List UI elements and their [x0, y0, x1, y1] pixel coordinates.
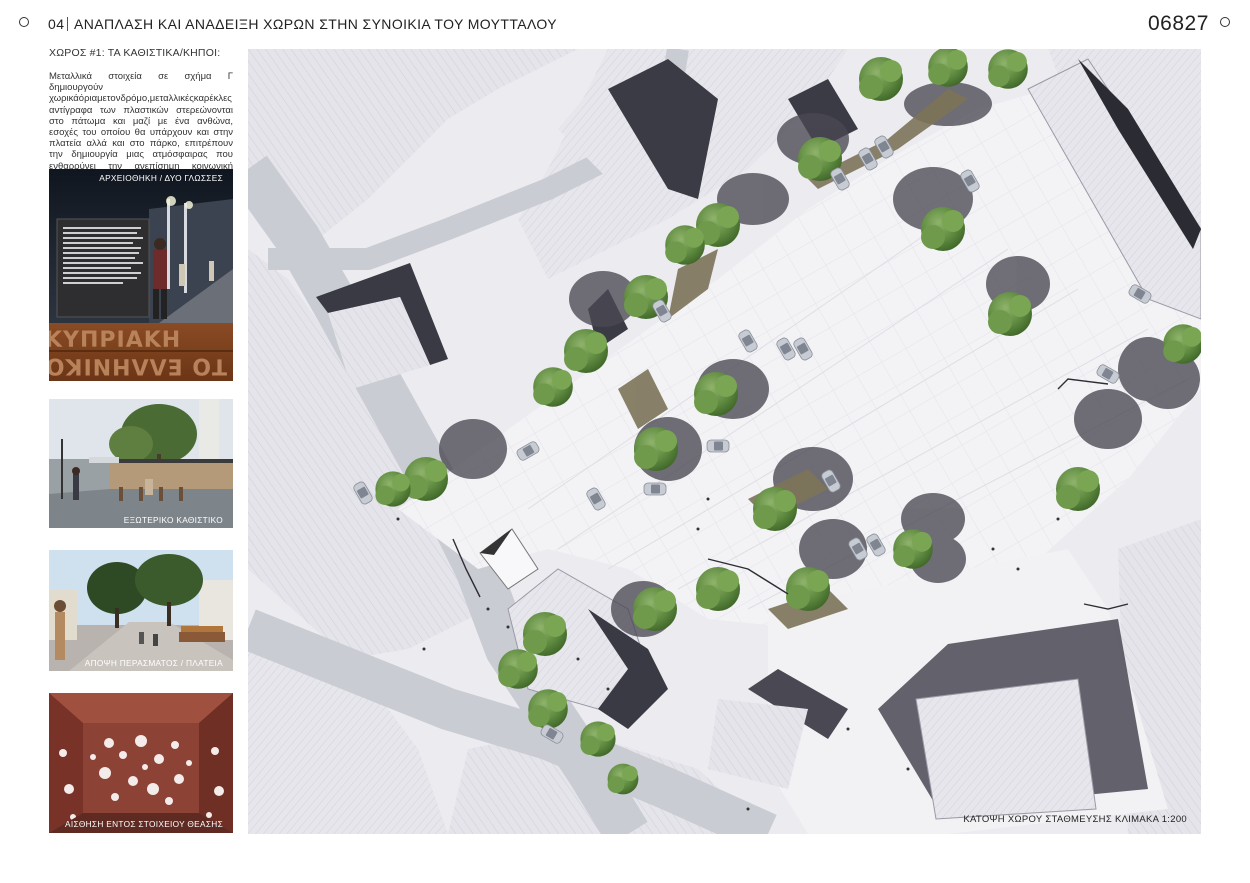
archive-photo: ΚΥΠΡΙΑΚΗ ΤΟ ΕΛΛΗΝΙΚΟ ΑΡΧΕΙΟΘΗΚΗ / ΔΥΟ ΓΛ…: [49, 169, 233, 381]
space-heading: ΧΩΡΟΣ #1: ΤΑ ΚΑΘΙΣΤΙΚΑ/ΚΗΠΟΙ:: [49, 47, 221, 59]
page-title: ΑΝΑΠΛΑΣΗ ΚΑΙ ΑΝΑΔΕΙΞΗ ΧΩΡΩΝ ΣΤΗΝ ΣΥΝΟΙΚΙ…: [74, 16, 558, 32]
archive-caption: ΑΡΧΕΙΟΘΗΚΗ / ΔΥΟ ΓΛΩΣΣΕΣ: [99, 173, 223, 183]
space-description: Μεταλλικά στοιχεία σε σχήμα Γ δημιουργού…: [49, 71, 233, 183]
exterior-seating-caption: ΕΞΩΤΕΡΙΚΟ ΚΑΘΙΣΤΙΚΟ: [123, 515, 223, 525]
passage-view-caption: ΑΠΟΨΗ ΠΕΡΑΣΜΑΤΟΣ / ΠΛΑΤΕΙΑ: [84, 658, 223, 668]
header-right-circle-icon: [1220, 17, 1230, 27]
site-plan: ΚΑΤΟΨΗ ΧΩΡΟΥ ΣΤΑΘΜΕΥΣΗΣ ΚΛΙΜΑΚΑ 1:200: [248, 49, 1201, 834]
header-left-circle-icon: [19, 17, 29, 27]
plan-caption: ΚΑΤΟΨΗ ΧΩΡΟΥ ΣΤΑΘΜΕΥΣΗΣ ΚΛΙΜΑΚΑ 1:200: [963, 814, 1187, 825]
viewing-element-caption: ΑΙΣΘΗΣΗ ΕΝΤΟΣ ΣΤΟΙΧΕΙΟΥ ΘΕΑΣΗΣ: [65, 819, 223, 829]
passage-view-photo: ΑΠΟΨΗ ΠΕΡΑΣΜΑΤΟΣ / ΠΛΑΤΕΙΑ: [49, 550, 233, 671]
svg-text:ΚΥΠΡΙΑΚΗ: ΚΥΠΡΙΑΚΗ: [49, 328, 181, 353]
header-divider: [67, 17, 68, 31]
exterior-seating-photo: ΕΞΩΤΕΡΙΚΟ ΚΑΘΙΣΤΙΚΟ: [49, 399, 233, 528]
viewing-element-photo: ΑΙΣΘΗΣΗ ΕΝΤΟΣ ΣΤΟΙΧΕΙΟΥ ΘΕΑΣΗΣ: [49, 693, 233, 833]
page-number: 04: [48, 16, 65, 32]
entry-code: 06827: [1148, 12, 1209, 35]
svg-text:ΤΟ ΕΛΛΗΝΙΚΟ: ΤΟ ΕΛΛΗΝΙΚΟ: [49, 353, 227, 378]
